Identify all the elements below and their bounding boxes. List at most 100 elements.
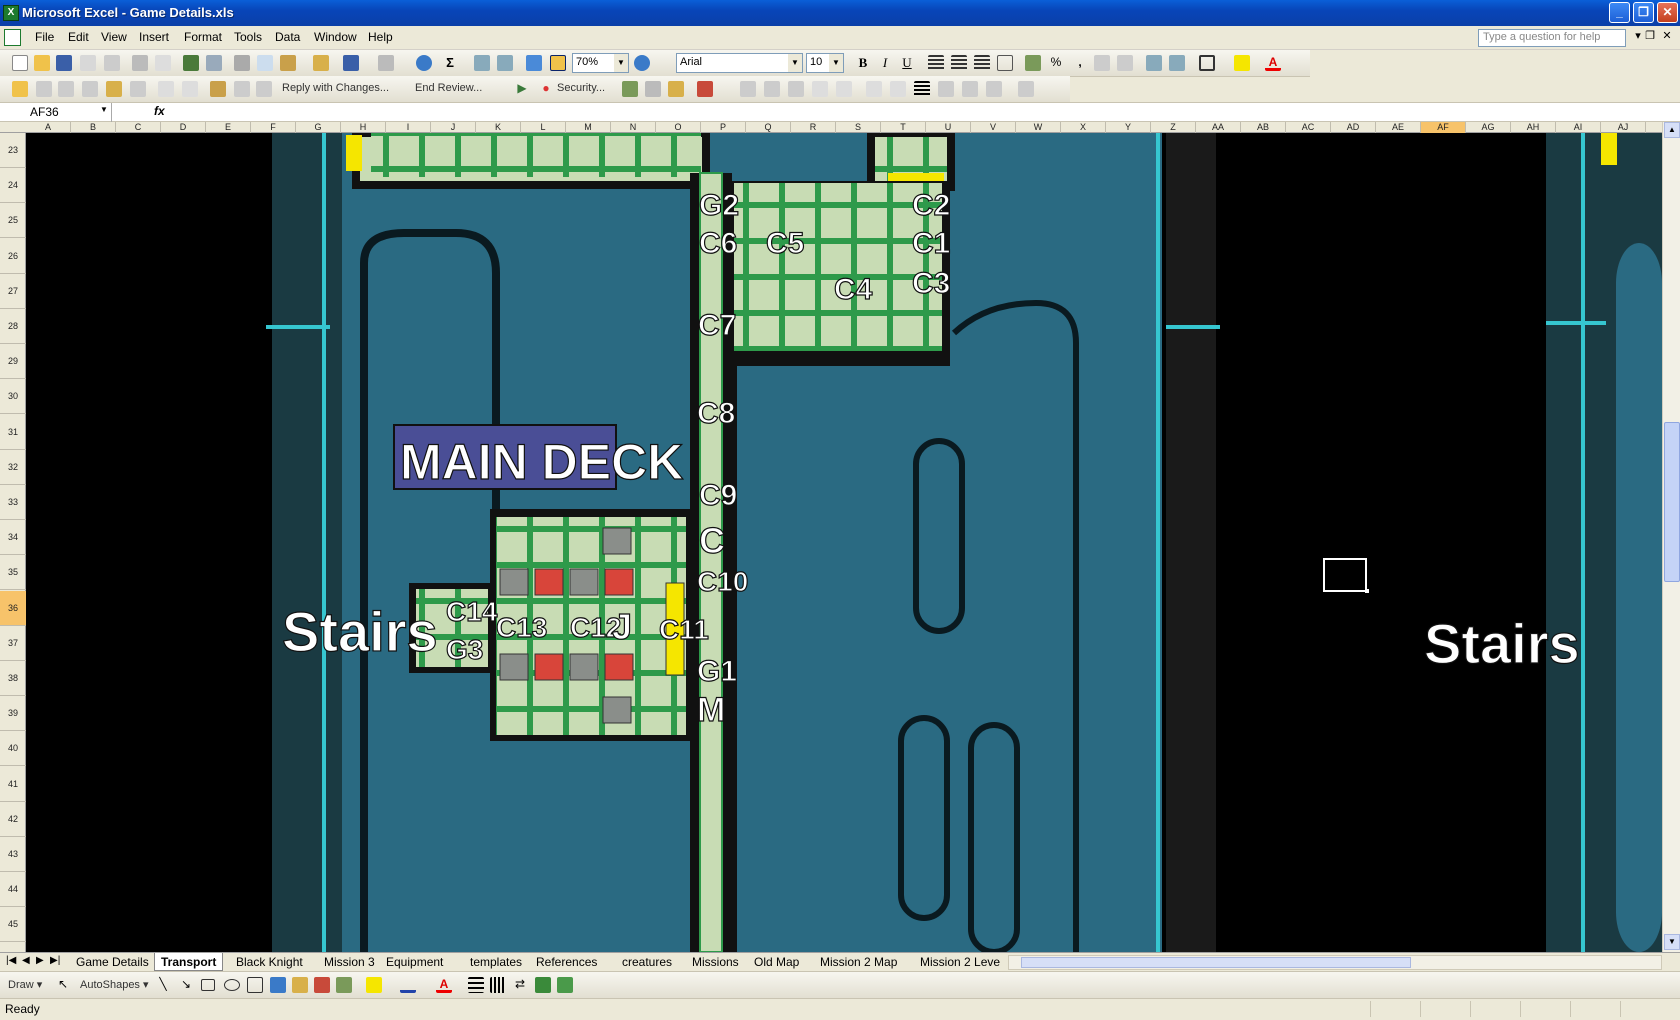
bold-button[interactable]: B bbox=[855, 55, 871, 71]
help-icon[interactable] bbox=[634, 55, 650, 71]
autoshapes-menu-button[interactable]: AutoShapes ▾ bbox=[80, 978, 149, 991]
row-header[interactable]: 39 bbox=[0, 696, 26, 732]
column-header[interactable]: AJ bbox=[1601, 122, 1646, 133]
chevron-down-icon[interactable]: ▼ bbox=[614, 54, 628, 72]
delete-comment-icon[interactable] bbox=[130, 81, 146, 97]
column-header[interactable]: P bbox=[701, 122, 746, 133]
column-header[interactable]: K bbox=[476, 122, 521, 133]
chevron-down-icon[interactable]: ▼ bbox=[829, 54, 843, 72]
design-mode-icon[interactable] bbox=[668, 81, 684, 97]
row-header[interactable]: 32 bbox=[0, 450, 26, 485]
vertical-scroll-thumb[interactable] bbox=[1664, 422, 1680, 582]
font-size-select[interactable]: 10 ▼ bbox=[806, 53, 844, 73]
arrow-style-icon[interactable]: ⇄ bbox=[512, 977, 528, 993]
picture-icon[interactable] bbox=[336, 977, 352, 993]
name-box[interactable]: AF36 ▼ bbox=[0, 103, 112, 122]
merge-center-icon[interactable] bbox=[997, 55, 1013, 71]
column-header[interactable]: V bbox=[971, 122, 1016, 133]
undo-icon[interactable] bbox=[343, 55, 359, 71]
research-icon[interactable] bbox=[206, 55, 222, 71]
row-header[interactable]: 30 bbox=[0, 379, 26, 415]
macro-icon[interactable] bbox=[622, 81, 638, 97]
sheet-tab[interactable]: Game Details bbox=[70, 953, 155, 971]
sort-ascending-icon[interactable] bbox=[474, 55, 490, 71]
new-icon[interactable] bbox=[12, 55, 28, 71]
control-icon[interactable] bbox=[890, 81, 906, 97]
row-header[interactable]: 29 bbox=[0, 344, 26, 380]
line-style-icon[interactable] bbox=[914, 81, 930, 97]
comma-button[interactable]: , bbox=[1072, 55, 1088, 71]
column-header[interactable]: C bbox=[116, 122, 161, 133]
row-header[interactable]: 45 bbox=[0, 907, 26, 943]
column-header[interactable]: U bbox=[926, 122, 971, 133]
row-header[interactable]: 25 bbox=[0, 203, 26, 239]
column-header[interactable]: R bbox=[791, 122, 836, 133]
column-header[interactable]: I bbox=[386, 122, 431, 133]
accept-change-icon[interactable] bbox=[182, 81, 198, 97]
fill-color-icon[interactable] bbox=[1234, 55, 1250, 71]
oval-icon[interactable] bbox=[224, 979, 240, 991]
end-review-button[interactable]: End Review... bbox=[415, 82, 482, 94]
sheet-tab[interactable]: Old Map bbox=[748, 953, 805, 971]
column-header[interactable]: AE bbox=[1376, 122, 1421, 133]
row-header[interactable]: 36 bbox=[0, 590, 26, 626]
currency-icon[interactable] bbox=[1025, 55, 1041, 71]
align-right-icon[interactable] bbox=[974, 55, 990, 71]
comment-icon[interactable] bbox=[36, 81, 52, 97]
3d-icon[interactable] bbox=[557, 977, 573, 993]
next-sheet-icon[interactable]: ▶ bbox=[36, 955, 44, 966]
column-header[interactable]: E bbox=[206, 122, 251, 133]
folder-icon[interactable] bbox=[12, 81, 28, 97]
column-header[interactable]: X bbox=[1061, 122, 1106, 133]
paste-icon[interactable] bbox=[280, 55, 296, 71]
sheet-tab[interactable]: Mission 2 Map bbox=[814, 953, 903, 971]
decrease-indent-icon[interactable] bbox=[1146, 55, 1162, 71]
row-header[interactable]: 34 bbox=[0, 520, 26, 556]
fill-color-icon[interactable] bbox=[366, 977, 382, 993]
sheet-tab[interactable]: Black Knight bbox=[230, 953, 309, 971]
control-icon[interactable] bbox=[764, 81, 780, 97]
percent-button[interactable]: % bbox=[1048, 55, 1064, 71]
control-icon[interactable] bbox=[812, 81, 828, 97]
sheet-tab[interactable]: Equipment bbox=[380, 953, 449, 971]
borders-icon[interactable] bbox=[1199, 55, 1215, 71]
increase-decimal-icon[interactable] bbox=[1094, 55, 1110, 71]
track-changes-icon[interactable] bbox=[158, 81, 174, 97]
row-header[interactable]: 42 bbox=[0, 802, 26, 837]
wordart-icon[interactable] bbox=[270, 977, 286, 993]
menu-edit[interactable]: Edit bbox=[68, 30, 89, 46]
sheet-tab[interactable]: References bbox=[530, 953, 603, 971]
row-header[interactable]: 24 bbox=[0, 168, 26, 204]
column-header[interactable]: M bbox=[566, 122, 611, 133]
column-header[interactable]: AH bbox=[1511, 122, 1556, 133]
control-icon[interactable] bbox=[1018, 81, 1034, 97]
security-button[interactable]: Security... bbox=[557, 82, 605, 94]
row-header[interactable]: 43 bbox=[0, 837, 26, 872]
column-header[interactable]: AG bbox=[1466, 122, 1511, 133]
chart-wizard-icon[interactable] bbox=[526, 55, 542, 71]
column-header[interactable]: D bbox=[161, 122, 206, 133]
column-header[interactable]: H bbox=[341, 122, 386, 133]
first-sheet-icon[interactable]: |◀ bbox=[6, 955, 16, 966]
record-icon[interactable]: ● bbox=[538, 81, 554, 97]
sheet-tab[interactable]: Missions bbox=[686, 953, 745, 971]
sheet-tab[interactable]: Mission 3 bbox=[318, 953, 381, 971]
select-objects-icon[interactable]: ↖ bbox=[55, 977, 71, 993]
column-header[interactable]: AI bbox=[1556, 122, 1601, 133]
close-button[interactable]: ✕ bbox=[1657, 2, 1678, 23]
control-icon[interactable] bbox=[788, 81, 804, 97]
shadow-icon[interactable] bbox=[535, 977, 551, 993]
column-header[interactable]: F bbox=[251, 122, 296, 133]
scroll-down-icon[interactable]: ▼ bbox=[1664, 934, 1680, 950]
control-icon[interactable] bbox=[740, 81, 756, 97]
column-header[interactable]: S bbox=[836, 122, 881, 133]
sort-descending-icon[interactable] bbox=[497, 55, 513, 71]
draw-menu-button[interactable]: Draw ▾ bbox=[8, 978, 42, 991]
menu-file[interactable]: File bbox=[35, 30, 54, 46]
reply-with-changes-button[interactable]: Reply with Changes... bbox=[282, 82, 389, 94]
vb-editor-icon[interactable] bbox=[697, 81, 713, 97]
align-left-icon[interactable] bbox=[928, 55, 944, 71]
play-icon[interactable]: ▶ bbox=[514, 81, 530, 97]
decrease-decimal-icon[interactable] bbox=[1117, 55, 1133, 71]
restore-doc-icon[interactable]: ❐ bbox=[1643, 29, 1657, 45]
